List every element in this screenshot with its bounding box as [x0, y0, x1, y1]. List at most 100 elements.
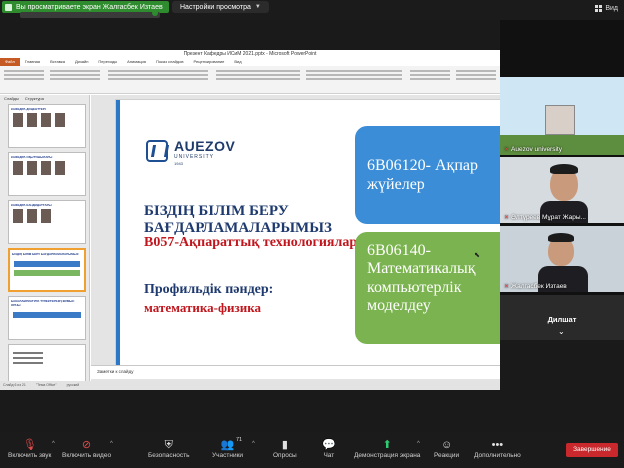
ppt-tab-design: Дизайн	[74, 59, 89, 64]
participant-tile[interactable]: ✕ Auezov university	[500, 77, 624, 155]
ppt-tab-animation: Анимация	[127, 59, 146, 64]
chevron-up-icon[interactable]: ^	[417, 441, 420, 447]
share-screen-button[interactable]: ⬆ Демонстрация экрана	[354, 439, 420, 459]
slide-program-code: B057-Ақпараттық технологиялар	[144, 235, 358, 250]
chat-button[interactable]: 💬 Чат	[322, 439, 336, 459]
zoom-meeting-window: Вы просматриваете экран Жалгасбек Изтаев…	[0, 0, 624, 468]
chevron-up-icon[interactable]: ^	[52, 441, 55, 447]
ribbon-group-font	[108, 68, 208, 88]
zoom-share-bar: Вы просматриваете экран Жалгасбек Изтаев…	[0, 0, 624, 20]
ribbon-group-editing	[456, 68, 496, 88]
slide-notes: Заметки к слайду	[91, 365, 500, 379]
ribbon-group-drawing	[306, 68, 402, 88]
slide-thumbnail: КАФЕДРА КАНДИДАТТАРЫ	[8, 200, 86, 244]
participant-name: Әлтүреев Мұрат Жары...	[511, 214, 586, 221]
slide-thumbnail: КАФЕДРА ДОЦЕНТТЕРІ	[8, 104, 86, 148]
mouse-cursor-icon: ⬉	[474, 252, 480, 259]
polls-label: Опросы	[273, 452, 297, 459]
ppt-status-bar: Слайд 6 из 21 "Тема Office" русский	[0, 381, 500, 390]
people-icon: 👥	[220, 439, 235, 451]
participant-hair	[550, 164, 578, 174]
participant-name: Жалгасбек Изтаев	[511, 283, 567, 290]
emoji-icon: ☺	[440, 439, 453, 451]
thumbnail-title	[9, 345, 85, 349]
mic-muted-icon: ✕	[504, 284, 510, 290]
slide-profile-value: математика-физика	[144, 300, 262, 315]
ribbon-group-clipboard	[4, 68, 44, 88]
thumbnail-lines	[9, 352, 85, 364]
thumbnail-photos	[9, 161, 85, 175]
thumbnail-photos	[9, 113, 85, 127]
participants-label: Участники	[212, 452, 244, 459]
ppt-ribbon	[0, 66, 500, 94]
shield-icon: ⛨	[164, 439, 173, 451]
chevron-up-icon[interactable]: ^	[110, 441, 113, 447]
ribbon-group-shape-styles	[410, 68, 450, 88]
ppt-tab-insert: Вставка	[50, 59, 65, 64]
security-label: Безопасность	[148, 452, 190, 459]
thumbnail-bar-blue	[14, 261, 80, 267]
ppt-tab-review: Рецензирование	[193, 59, 225, 64]
share-screen-arrow-icon: ⬆	[382, 439, 392, 451]
mic-muted-icon: ✕	[504, 147, 510, 153]
reactions-button[interactable]: ☺ Реакции	[434, 439, 459, 459]
view-layout-button[interactable]: Вид	[595, 5, 618, 12]
participant-caption: ✕ Әлтүреев Мұрат Жары...	[504, 214, 586, 221]
logo-year: 1943	[174, 161, 183, 166]
thumbnail-title: КАФЕДРА ДОЦЕНТТЕРІ	[11, 107, 46, 111]
ribbon-group-paragraph	[216, 68, 300, 88]
current-slide: AUEZOV UNIVERSITY 1943 БІЗДІҢ БІЛІМ БЕРУ…	[115, 99, 500, 370]
start-video-button[interactable]: ⊘ Включить видео	[62, 439, 111, 459]
more-button[interactable]: ••• Дополнительно	[474, 439, 521, 459]
view-options-label: Настройки просмотра	[180, 3, 251, 11]
ppt-ribbon-tabs: Файл Главная Вставка Дизайн Переходы Ани…	[0, 58, 500, 66]
share-bar-shadow	[20, 12, 160, 18]
participant-caption: ✕ Auezov university	[504, 146, 562, 153]
thumbnail-bar-blue	[13, 312, 81, 318]
program-box-blue: 6В06120- Ақпар жүйелер	[355, 126, 500, 224]
auezov-university-logo: AUEZOV UNIVERSITY 1943	[146, 138, 236, 170]
status-slide-number: Слайд 6 из 21	[3, 383, 26, 387]
ppt-slides-panel: Слайды Структура КАФЕДРА ДОЦЕНТТЕРІ КАФЕ…	[0, 95, 90, 388]
status-theme: "Тема Office"	[35, 383, 57, 387]
participant-hair	[548, 233, 574, 242]
participants-button[interactable]: 👥 71 Участники	[212, 437, 244, 459]
reactions-label: Реакции	[434, 452, 460, 459]
view-options-button[interactable]: Настройки просмотра ▼	[172, 1, 269, 13]
shared-screen-powerpoint: Презент Кафедры ИСиМ 2021.pptx - Microso…	[0, 50, 500, 390]
participant-tile[interactable]: ✕ Әлтүреев Мұрат Жары...	[500, 157, 624, 223]
ribbon-group-slides	[50, 68, 100, 88]
participant-tile[interactable]: ✕ Жалгасбек Изтаев	[500, 226, 624, 292]
slide-thumbnail: КАФЕДРА ОҚЫТУШЫЛАРЫ	[8, 152, 86, 196]
end-meeting-button[interactable]: Завершение	[566, 443, 618, 457]
start-video-label: Включить видео	[62, 452, 112, 459]
ppt-tab-transitions: Переходы	[98, 59, 118, 64]
chevron-down-icon[interactable]: ⌄	[558, 327, 565, 336]
slide-heading: БІЗДІҢ БІЛІМ БЕРУ БАҒДАРЛАМАЛАРЫМЫЗ	[144, 203, 332, 237]
logo-subtitle: UNIVERSITY	[174, 154, 215, 160]
participant-name: Auezov university	[511, 146, 562, 153]
chat-label: Чат	[323, 452, 335, 459]
panel-tab-slides: Слайды	[4, 96, 19, 101]
ppt-tab-home: Главная	[24, 59, 41, 64]
chevron-up-icon[interactable]: ^	[252, 441, 255, 447]
thumbnail-photos	[9, 209, 85, 223]
polls-button[interactable]: ▮ Опросы	[273, 439, 297, 459]
participant-tile[interactable]: Дилшат ⌄	[500, 295, 624, 340]
recording-indicator-icon	[152, 10, 158, 16]
ppt-window-title: Презент Кафедры ИСиМ 2021.pptx - Microso…	[0, 50, 500, 58]
logo-name: AUEZOV	[174, 138, 236, 154]
ppt-tab-view: Вид	[234, 59, 242, 64]
security-button[interactable]: ⛨ Безопасность	[148, 439, 189, 459]
ppt-slide-canvas: AUEZOV UNIVERSITY 1943 БІЗДІҢ БІЛІМ БЕРУ…	[91, 95, 500, 390]
video-off-icon: ⊘	[81, 439, 92, 451]
share-screen-icon	[5, 3, 12, 11]
thumbnail-bar-green	[14, 270, 80, 276]
mic-off-icon: 🎙	[22, 439, 37, 451]
university-crest-icon	[146, 140, 168, 162]
chevron-down-icon: ▼	[254, 4, 261, 10]
grid-view-icon	[595, 5, 603, 12]
unmute-button[interactable]: 🎙 Включить звук	[8, 439, 51, 459]
thumbnail-title: БІЗДІҢ БІЛІМ БЕРУ БАҒДАРЛАМАЛАРЫМЫЗ	[12, 252, 79, 256]
ellipsis-icon: •••	[491, 439, 504, 451]
